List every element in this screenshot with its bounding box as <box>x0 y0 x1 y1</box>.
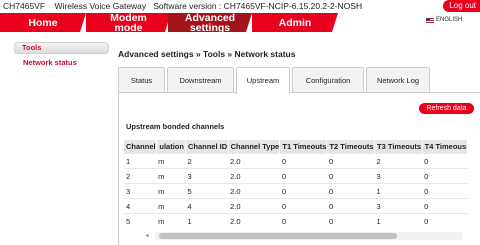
table-cell: 2 <box>374 153 423 169</box>
col-header: T2 Timeouts <box>326 140 376 154</box>
us-flag-icon <box>426 17 434 23</box>
table-cell: 0 <box>422 198 468 214</box>
col-header: T1 Timeouts <box>279 140 328 154</box>
table-cell: 2.0 <box>228 153 280 169</box>
tab-upstream[interactable]: Upstream <box>236 67 290 94</box>
table-cell: 3 <box>185 168 229 184</box>
table-row: 2 m 3 2.0 0 0 3 0 <box>124 168 468 184</box>
refresh-data-button[interactable]: Refresh data <box>419 103 474 114</box>
table-cell: 1 <box>374 183 423 199</box>
horizontal-scrollbar[interactable]: ◂ <box>145 232 462 240</box>
table-row: 4 m 4 2.0 0 0 3 0 <box>124 198 468 214</box>
top-info-bar: CH7465VF Wireless Voice Gateway Software… <box>0 0 480 12</box>
sidebar: Tools Network status <box>14 42 109 67</box>
col-header: ulation <box>156 140 186 154</box>
table-cell: 0 <box>422 168 468 184</box>
table-cell: 2.0 <box>228 198 280 214</box>
table-cell: 5 <box>124 213 157 227</box>
table-cell: 0 <box>422 153 468 169</box>
sidebar-section-tools[interactable]: Tools <box>14 42 109 54</box>
table-cell: 0 <box>279 183 327 199</box>
logout-button[interactable]: Log out <box>443 0 480 12</box>
table-cell: m <box>156 153 186 169</box>
tab-downstream[interactable]: Downstream <box>167 67 234 93</box>
table-cell: 0 <box>326 198 375 214</box>
table-cell: 3 <box>374 168 423 184</box>
device-model: CH7465VF <box>3 1 46 11</box>
language-label: ENGLISH <box>436 17 463 23</box>
nav-admin-label: Admin <box>278 16 312 29</box>
col-header: T4 Timeous <box>422 140 468 154</box>
product-name: Wireless Voice Gateway <box>54 1 147 11</box>
device-info: CH7465VF Wireless Voice Gateway Software… <box>3 1 362 11</box>
table-cell: 0 <box>422 213 468 227</box>
table-cell: 0 <box>279 168 327 184</box>
upstream-table-container[interactable]: Channel ulation Channel ID Channel Type … <box>124 140 468 227</box>
table-cell: 1 <box>185 213 229 227</box>
section-title: Upstream bonded channels <box>126 122 225 131</box>
table-cell: 0 <box>326 168 375 184</box>
scrollbar-thumb[interactable] <box>159 233 397 239</box>
breadcrumb: Advanced settings » Tools » Network stat… <box>118 49 296 59</box>
table-cell: 0 <box>422 183 468 199</box>
table-cell: 0 <box>279 153 327 169</box>
table-cell: m <box>156 198 186 214</box>
software-label: Software version : <box>153 1 222 11</box>
software-version: CH7465VF-NCIP-6.15.20.2-2-NOSH <box>223 1 363 11</box>
table-cell: 1 <box>374 213 423 227</box>
table-cell: 2.0 <box>228 183 280 199</box>
nav-modem-mode[interactable]: Modem mode <box>86 13 171 32</box>
nav-modem-label-1: Modem <box>110 11 147 24</box>
table-row: 5 m 1 2.0 0 0 1 0 <box>124 213 468 227</box>
nav-home[interactable]: Home <box>0 13 86 32</box>
table-cell: 3 <box>124 183 157 199</box>
table-cell: 3 <box>374 198 423 214</box>
col-header: Channel ID <box>185 140 229 154</box>
nav-home-label: Home <box>28 16 58 29</box>
table-cell: 0 <box>326 153 375 169</box>
sidebar-item-network-status[interactable]: Network status <box>14 58 109 67</box>
upstream-panel: Refresh data Upstream bonded channels Ch… <box>118 92 480 245</box>
table-cell: 0 <box>326 183 375 199</box>
col-header: Channel <box>124 140 157 154</box>
table-row: 1 m 2 2.0 0 0 2 0 <box>124 153 468 169</box>
language-selector[interactable]: ENGLISH <box>426 17 462 23</box>
table-row: 3 m 5 2.0 0 0 1 0 <box>124 183 468 199</box>
table-cell: 2 <box>185 153 229 169</box>
table-header-row: Channel ulation Channel ID Channel Type … <box>124 140 468 154</box>
nav-advanced-settings[interactable]: Advanced settings <box>168 13 252 32</box>
scroll-left-arrow-icon[interactable]: ◂ <box>143 232 151 240</box>
table-cell: 2.0 <box>228 168 280 184</box>
table-cell: 0 <box>326 213 375 227</box>
tab-network-log[interactable]: Network Log <box>366 67 430 93</box>
table-cell: 4 <box>124 198 157 214</box>
col-header: Channel Type <box>228 140 281 154</box>
nav-advanced-label-2: settings <box>189 21 231 34</box>
tab-status[interactable]: Status <box>118 67 165 93</box>
table-cell: 2 <box>124 168 157 184</box>
table-cell: 0 <box>279 213 327 227</box>
table-cell: 0 <box>279 198 327 214</box>
table-cell: m <box>156 183 186 199</box>
table-cell: 2.0 <box>228 213 280 227</box>
tab-configuration[interactable]: Configuration <box>292 67 364 93</box>
table-cell: 4 <box>185 198 229 214</box>
table-cell: m <box>156 213 186 227</box>
nav-advanced-label-1: Advanced <box>184 11 236 24</box>
table-cell: 1 <box>124 153 157 169</box>
col-header: T3 Timeouts <box>374 140 423 154</box>
upstream-table: Channel ulation Channel ID Channel Type … <box>124 140 468 227</box>
table-cell: m <box>156 168 186 184</box>
nav-modem-label-2: mode <box>114 21 143 34</box>
table-cell: 5 <box>185 183 229 199</box>
nav-admin[interactable]: Admin <box>252 13 338 32</box>
